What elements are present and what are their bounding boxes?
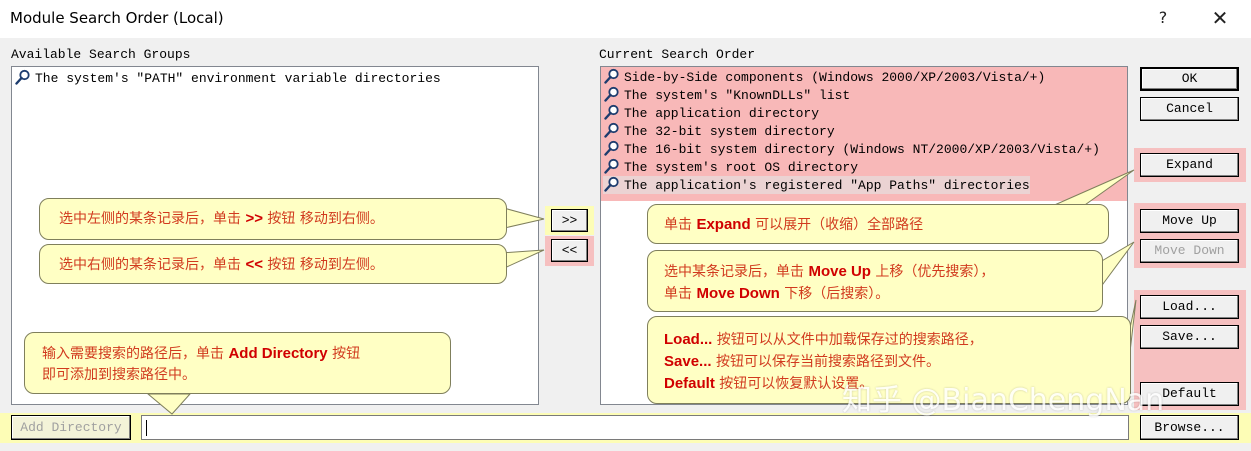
callout-expand: 单击 Expand 可以展开（收缩）全部路径 — [647, 204, 1109, 244]
list-item-selected[interactable]: The application's registered "App Paths"… — [603, 176, 1030, 194]
cancel-button[interactable]: Cancel — [1140, 97, 1239, 121]
search-folder-icon — [603, 122, 621, 138]
help-button[interactable]: ? — [1150, 8, 1176, 30]
save-button[interactable]: Save... — [1140, 325, 1239, 349]
list-item[interactable]: The system's "KnownDLLs" list — [603, 86, 850, 104]
available-groups-label: Available Search Groups — [11, 47, 191, 62]
list-item[interactable]: The system's "PATH" environment variable… — [14, 69, 441, 87]
move-down-button[interactable]: Move Down — [1140, 239, 1239, 263]
search-folder-icon — [603, 140, 621, 156]
callout-add-directory: 输入需要搜索的路径后，单击 Add Directory 按钮 即可添加到搜索路径… — [24, 332, 451, 394]
callout-move-right: 选中左侧的某条记录后，单击 >> 按钮 移动到右侧。 — [39, 198, 507, 240]
add-left-button[interactable]: << — [551, 239, 588, 262]
add-directory-button[interactable]: Add Directory — [11, 415, 131, 440]
ok-button[interactable]: OK — [1140, 67, 1239, 91]
list-item[interactable]: The 32-bit system directory — [603, 122, 835, 140]
add-right-button[interactable]: >> — [551, 209, 588, 232]
window-title: Module Search Order (Local) — [10, 9, 224, 27]
list-item[interactable]: Side-by-Side components (Windows 2000/XP… — [603, 68, 1045, 86]
title-bar: Module Search Order (Local) ? ✕ — [0, 0, 1251, 38]
list-item[interactable]: The 16-bit system directory (Windows NT/… — [603, 140, 1100, 158]
close-button[interactable]: ✕ — [1205, 6, 1235, 32]
watermark: 知乎 @BianChengNan — [842, 383, 1165, 418]
search-folder-icon — [603, 104, 621, 120]
text-cursor — [146, 420, 147, 436]
list-item[interactable]: The system's root OS directory — [603, 158, 858, 176]
search-folder-icon — [603, 68, 621, 84]
callout-move: 选中某条记录后，单击 Move Up 上移（优先搜索）， 单击 Move Dow… — [647, 250, 1103, 312]
list-item[interactable]: The application directory — [603, 104, 819, 122]
search-folder-icon — [603, 86, 621, 102]
current-order-label: Current Search Order — [599, 47, 756, 62]
search-folder-icon — [14, 69, 32, 85]
search-folder-icon — [603, 176, 621, 192]
expand-button[interactable]: Expand — [1140, 153, 1239, 177]
search-folder-icon — [603, 158, 621, 174]
load-button[interactable]: Load... — [1140, 295, 1239, 319]
callout-move-left: 选中右侧的某条记录后，单击 << 按钮 移动到左侧。 — [39, 244, 507, 284]
move-up-button[interactable]: Move Up — [1140, 209, 1239, 233]
